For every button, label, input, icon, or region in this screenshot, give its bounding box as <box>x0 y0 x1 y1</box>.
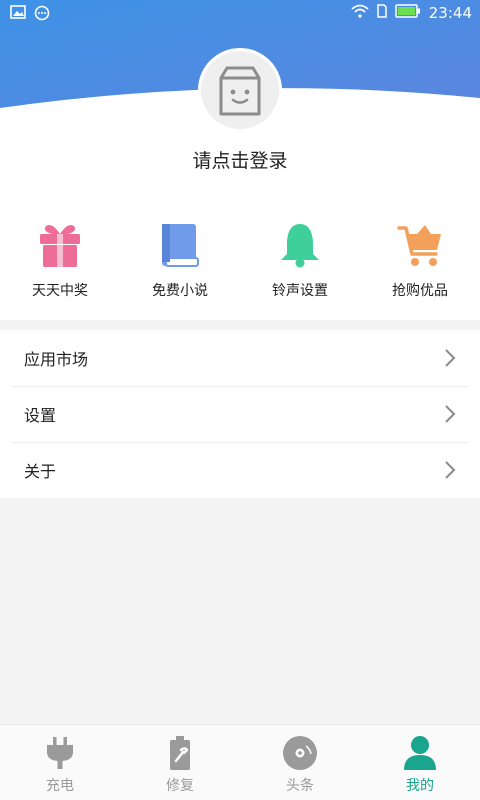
chevron-right-icon <box>445 405 456 423</box>
quick-action-label: 免费小说 <box>152 283 208 299</box>
gift-icon <box>35 220 85 270</box>
bell-icon <box>275 220 325 270</box>
tab-label: 充电 <box>46 778 74 794</box>
book-icon <box>155 220 205 270</box>
disc-icon <box>280 735 320 771</box>
tab-label: 我的 <box>406 778 434 794</box>
quick-action-novels[interactable]: 免费小说 <box>120 200 240 320</box>
plug-icon <box>40 735 80 771</box>
menu-item-label: 关于 <box>24 462 57 481</box>
quick-action-label: 天天中奖 <box>32 283 88 299</box>
image-notification-icon <box>10 5 26 25</box>
battery-wrench-icon <box>160 735 200 771</box>
avatar-placeholder <box>201 51 279 129</box>
menu-item-label: 应用市场 <box>24 350 89 369</box>
avatar[interactable] <box>198 48 282 132</box>
profile-header: 23:44 请点击登录 <box>0 0 480 200</box>
robot-face-icon <box>219 66 261 116</box>
sim-icon <box>377 4 387 22</box>
status-bar: 23:44 <box>0 0 480 28</box>
quick-action-label: 抢购优品 <box>392 283 448 299</box>
chevron-right-icon <box>445 349 456 367</box>
menu-item-label: 设置 <box>24 406 57 425</box>
tab-mine[interactable]: 我的 <box>360 725 480 800</box>
tab-label: 头条 <box>286 778 314 794</box>
quick-action-label: 铃声设置 <box>272 283 328 299</box>
quick-actions: 天天中奖 免费小说 铃声设置 抢购优品 <box>0 200 480 320</box>
wifi-icon <box>351 4 369 22</box>
bottom-tab-bar: 充电 修复 头条 我的 <box>0 724 480 800</box>
message-notification-icon <box>34 5 50 25</box>
clock: 23:44 <box>428 4 472 22</box>
tab-charge[interactable]: 充电 <box>0 725 120 800</box>
tab-label: 修复 <box>166 778 194 794</box>
chevron-right-icon <box>445 461 456 479</box>
menu-item-app-market[interactable]: 应用市场 <box>0 330 480 386</box>
battery-icon <box>395 4 421 22</box>
login-prompt[interactable]: 请点击登录 <box>0 146 480 173</box>
quick-action-shopping[interactable]: 抢购优品 <box>360 200 480 320</box>
tab-repair[interactable]: 修复 <box>120 725 240 800</box>
quick-action-ringtone[interactable]: 铃声设置 <box>240 200 360 320</box>
quick-action-lottery[interactable]: 天天中奖 <box>0 200 120 320</box>
settings-menu: 应用市场 设置 关于 <box>0 330 480 498</box>
menu-item-settings[interactable]: 设置 <box>0 386 480 442</box>
menu-item-about[interactable]: 关于 <box>0 442 480 498</box>
cart-icon <box>395 220 445 270</box>
tab-headlines[interactable]: 头条 <box>240 725 360 800</box>
user-icon <box>400 735 440 771</box>
